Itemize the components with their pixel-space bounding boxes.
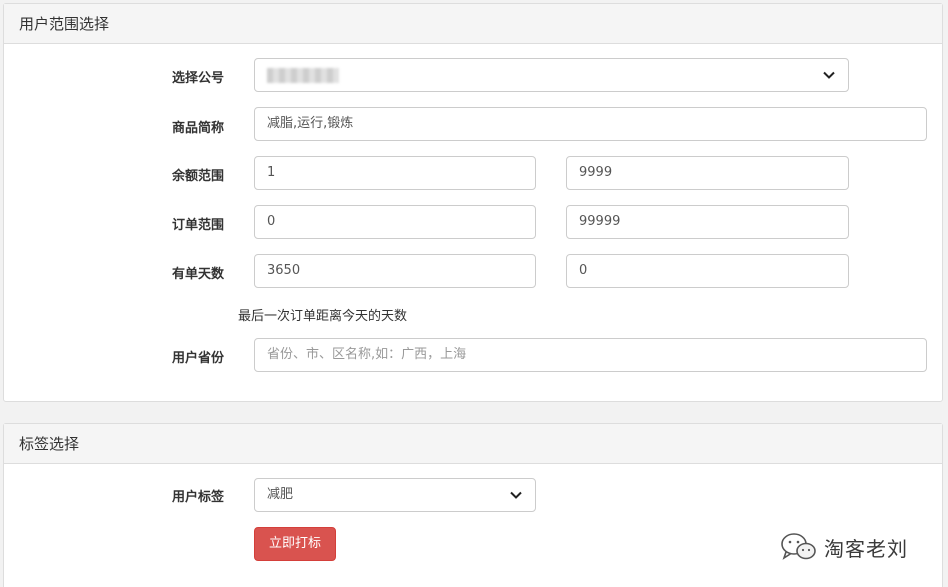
tag-select-value: 减肥: [267, 487, 294, 502]
orders-min-input[interactable]: 0: [254, 205, 536, 239]
balance-max-input[interactable]: 9999: [566, 156, 849, 190]
tag-panel-title: 标签选择: [4, 424, 942, 464]
wechat-icon: [781, 533, 816, 560]
chevron-down-icon: [510, 491, 522, 499]
balance-label: 余额范围: [171, 169, 224, 184]
account-select[interactable]: [254, 58, 849, 92]
days-label: 有单天数: [171, 267, 224, 282]
province-label: 用户省份: [171, 351, 224, 366]
tag-select[interactable]: 减肥: [254, 478, 536, 512]
days-help-text: 最后一次订单距离今天的天数: [238, 309, 408, 324]
orders-max-input[interactable]: 99999: [566, 205, 849, 239]
tag-label: 用户标签: [171, 490, 224, 505]
account-value-redacted: [267, 68, 339, 83]
account-label: 选择公号: [171, 71, 224, 86]
product-label: 商品简称: [171, 121, 224, 136]
days-max-input[interactable]: 0: [566, 254, 849, 288]
orders-label: 订单范围: [171, 218, 224, 233]
product-input[interactable]: 减脂,运行,锻炼: [254, 107, 927, 141]
user-range-panel-title: 用户范围选择: [4, 4, 942, 44]
balance-min-input[interactable]: 1: [254, 156, 536, 190]
apply-tag-button[interactable]: 立即打标: [254, 527, 336, 561]
watermark-text: 淘客老刘: [824, 536, 908, 561]
watermark: 淘客老刘: [780, 532, 908, 562]
province-input[interactable]: 省份、市、区名称,如：广西，上海: [254, 338, 927, 372]
days-min-input[interactable]: 3650: [254, 254, 536, 288]
chevron-down-icon: [823, 71, 835, 79]
